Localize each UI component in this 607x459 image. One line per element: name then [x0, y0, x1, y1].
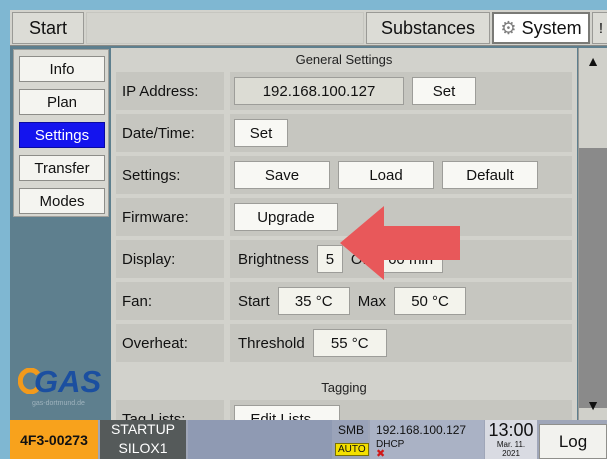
taglists-label: Tag Lists: [116, 400, 224, 420]
state-line-1: STARTUP [110, 421, 176, 437]
state-line-2: SILOX1 [118, 440, 168, 456]
tab-more[interactable]: ! [592, 12, 607, 44]
threshold-field[interactable]: 55 °C [312, 329, 387, 357]
load-button[interactable]: Load [338, 161, 434, 189]
ip-label: IP Address: [116, 72, 224, 110]
side-menu-settings[interactable]: Settings [19, 122, 105, 148]
fan-row: Start 35 °C Max 50 °C [230, 282, 572, 320]
device-state: STARTUP SILOX1 [100, 420, 186, 459]
tab-spacer [86, 12, 364, 44]
overheat-label: Overheat: [116, 324, 224, 362]
brightness-field[interactable]: 5 [316, 245, 343, 273]
save-button[interactable]: Save [234, 161, 330, 189]
fan-start-label: Start [238, 292, 270, 310]
settings-label: Settings: [116, 156, 224, 194]
general-settings-title: General Settings [295, 52, 393, 67]
side-menu-transfer[interactable]: Transfer [19, 155, 105, 181]
fan-max-label: Max [357, 292, 387, 310]
threshold-label: Threshold [238, 334, 305, 352]
disconnected-icon: ✖ [376, 448, 386, 459]
side-menu-info[interactable]: Info [19, 56, 105, 82]
scroll-thumb[interactable] [579, 148, 607, 408]
fan-label: Fan: [116, 282, 224, 320]
scroll-up-icon[interactable]: ▲ [582, 52, 604, 70]
network-ip: 192.168.100.127 [376, 423, 467, 437]
upgrade-button[interactable]: Upgrade [234, 203, 338, 231]
smb-label: SMB [338, 423, 365, 437]
brightness-label: Brightness [238, 250, 309, 268]
tab-substances[interactable]: Substances [366, 12, 490, 44]
display-label: Display: [116, 240, 224, 278]
side-menu-plan[interactable]: Plan [19, 89, 105, 115]
side-menu: Info Plan Settings Transfer Modes [13, 49, 109, 217]
status-bar: 4F3-00273 STARTUP SILOX1 SMB AUTO 192.16… [10, 420, 607, 459]
datetime-set-button[interactable]: Set [234, 119, 288, 147]
edit-lists-button[interactable]: Edit Lists... [234, 405, 340, 420]
clock-date-line-2: 2021 [502, 449, 520, 458]
log-button[interactable]: Log [539, 424, 607, 459]
datetime-label: Date/Time: [116, 114, 224, 152]
ip-set-button[interactable]: Set [412, 77, 476, 105]
overheat-row: Threshold 55 °C [230, 324, 572, 362]
taglists-row: Edit Lists... [230, 400, 572, 420]
scroll-down-icon[interactable]: ▼ [582, 396, 604, 414]
side-menu-modes[interactable]: Modes [19, 188, 105, 214]
ip-field: 192.168.100.127 [234, 77, 404, 105]
tab-start[interactable]: Start [12, 12, 84, 44]
fan-start-field[interactable]: 35 °C [277, 287, 350, 315]
company-logo: GAS gas-dortmund.de [18, 364, 118, 408]
default-button[interactable]: Default [442, 161, 538, 189]
clock: 13:00 Mar. 11. 2021 [485, 420, 537, 459]
smb-status: SMB AUTO [332, 420, 369, 459]
top-tab-bar: Start Substances ⚙ System ! [10, 10, 607, 46]
red-arrow-icon [340, 206, 460, 280]
tagging-title: Tagging [321, 380, 367, 395]
status-spacer [188, 420, 332, 459]
app-screen: Start Substances ⚙ System ! Info Plan Se… [10, 10, 607, 459]
clock-date-line-1: Mar. 11. [496, 440, 526, 449]
gear-icon: ⚙ [500, 17, 517, 38]
settings-row: Save Load Default [230, 156, 572, 194]
logo-url: gas-dortmund.de [32, 400, 85, 407]
ip-row: 192.168.100.127 Set [230, 72, 572, 110]
device-id-badge: 4F3-00273 [10, 420, 98, 459]
network-status: 192.168.100.127 DHCP ✖ [370, 420, 484, 459]
firmware-label: Firmware: [116, 198, 224, 236]
vertical-scrollbar[interactable]: ▲ ▼ [578, 48, 607, 420]
auto-badge: AUTO [335, 443, 369, 456]
tab-system-label: System [521, 17, 582, 38]
clock-time: 13:00 [488, 420, 534, 440]
fan-max-field[interactable]: 50 °C [394, 287, 467, 315]
logo-text: GAS [34, 364, 102, 399]
datetime-row: Set [230, 114, 572, 152]
tab-system[interactable]: ⚙ System [492, 12, 590, 44]
